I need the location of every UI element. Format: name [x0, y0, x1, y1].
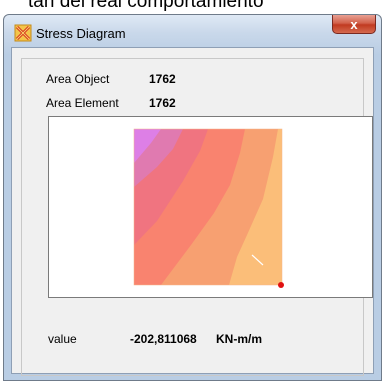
value-units: KN-m/m — [216, 332, 263, 346]
stress-contour-plot — [133, 128, 284, 288]
area-element-value: 1762 — [149, 96, 176, 110]
window-title: Stress Diagram — [36, 26, 126, 41]
area-element-label: Area Element — [46, 96, 119, 110]
title-bar[interactable]: Stress Diagram x — [4, 15, 381, 47]
app-icon — [14, 24, 32, 42]
area-object-label: Area Object — [46, 72, 110, 86]
stress-diagram-window: Stress Diagram x Area Object 1762 Area E… — [3, 14, 382, 381]
dialog-body: Area Object 1762 Area Element 1762 value… — [11, 47, 374, 376]
stress-diagram-canvas[interactable] — [48, 116, 373, 298]
area-object-value: 1762 — [149, 72, 176, 86]
value-label: value — [48, 332, 77, 346]
background-window: tan del real comportamiento — [0, 0, 385, 14]
close-button[interactable]: x — [332, 15, 376, 34]
selected-point-marker — [278, 282, 284, 288]
background-text: tan del real comportamiento — [28, 0, 264, 12]
value-number: -202,811068 — [130, 332, 197, 346]
close-icon: x — [350, 16, 358, 32]
